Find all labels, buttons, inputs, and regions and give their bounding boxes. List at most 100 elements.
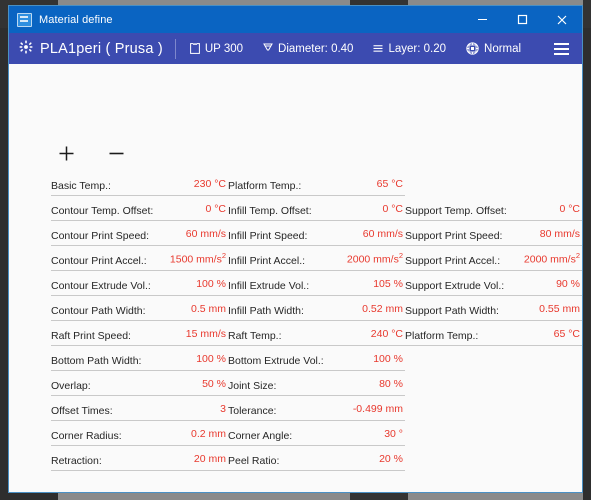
setting-row[interactable]: Offset Times: 3	[51, 396, 228, 421]
toolbar-item-printer[interactable]: UP 300	[189, 42, 244, 55]
material-selector[interactable]: PLA1peri ( Prusa )	[9, 40, 175, 57]
setting-row[interactable]: Joint Size: 80 %	[228, 371, 405, 396]
setting-value[interactable]: -0.499 mm	[353, 403, 403, 415]
setting-row[interactable]: Tolerance: -0.499 mm	[228, 396, 405, 421]
setting-value[interactable]: 20 %	[379, 453, 403, 465]
setting-label: Support Print Speed:	[405, 230, 507, 242]
setting-label: Contour Path Width:	[51, 305, 150, 317]
setting-row[interactable]: Infill Temp. Offset: 0 °C	[228, 196, 405, 221]
setting-label: Infill Temp. Offset:	[228, 205, 316, 217]
setting-value[interactable]: 2000 mm/s2	[347, 251, 403, 266]
setting-row[interactable]: Basic Temp.: 230 °C	[51, 171, 228, 196]
setting-value[interactable]: 60 mm/s	[363, 228, 403, 240]
toolbar-item-layer[interactable]: Layer: 0.20	[373, 43, 446, 55]
setting-row[interactable]: Contour Path Width: 0.5 mm	[51, 296, 228, 321]
setting-label: Infill Print Speed:	[228, 230, 312, 242]
setting-value[interactable]: 30 °	[384, 428, 403, 440]
setting-label: Platform Temp.:	[405, 330, 483, 342]
setting-label: Basic Temp.:	[51, 180, 115, 192]
setting-label: Corner Radius:	[51, 430, 126, 442]
settings-column-support: Support Temp. Offset: 0 °C Support Print …	[405, 171, 582, 471]
window-titlebar[interactable]: Material define	[9, 6, 582, 33]
layer-icon	[373, 43, 383, 54]
setting-row[interactable]: Platform Temp.: 65 °C	[228, 171, 405, 196]
maximize-button[interactable]	[502, 6, 542, 33]
toolbar-item-printer-label: UP 300	[204, 42, 244, 55]
setting-row[interactable]: Retraction: 20 mm	[51, 446, 228, 471]
setting-label: Support Print Accel.:	[405, 255, 505, 267]
material-define-window: Material define PLA1peri (Prusa) UP 30…	[8, 5, 583, 493]
setting-label: Overlap:	[51, 380, 95, 392]
setting-value[interactable]: 0.52 mm	[362, 303, 403, 315]
hamburger-icon[interactable]	[554, 42, 569, 55]
setting-row[interactable]: Support Print Speed: 80 mm/s	[405, 221, 582, 246]
printer-icon	[189, 43, 200, 54]
setting-value[interactable]: 100 %	[373, 353, 403, 365]
setting-row[interactable]: Infill Extrude Vol.: 105 %	[228, 271, 405, 296]
setting-row[interactable]: Contour Extrude Vol.: 100 %	[51, 271, 228, 296]
setting-row[interactable]: Corner Angle: 30 °	[228, 421, 405, 446]
setting-row[interactable]: Infill Print Speed: 60 mm/s	[228, 221, 405, 246]
settings-column-contour: Basic Temp.: 230 °C Contour Temp. Offset:…	[51, 171, 228, 471]
setting-value[interactable]: 65 °C	[377, 178, 403, 190]
settings-columns: Basic Temp.: 230 °C Contour Temp. Offset:…	[9, 171, 582, 471]
setting-row[interactable]: Support Temp. Offset: 0 °C	[405, 196, 582, 221]
setting-row[interactable]: Support Extrude Vol.: 90 %	[405, 271, 582, 296]
setting-value[interactable]: 90 %	[556, 278, 580, 290]
setting-value[interactable]: 3	[220, 403, 226, 415]
add-material-button[interactable]	[55, 142, 77, 164]
setting-row[interactable]: Infill Print Accel.: 2000 mm/s2	[228, 246, 405, 271]
setting-label: Support Temp. Offset:	[405, 205, 511, 217]
app-icon	[17, 12, 32, 27]
toolbar-item-diameter[interactable]: Diameter: 0.40	[263, 43, 353, 55]
material-gear-icon	[19, 40, 33, 57]
setting-row[interactable]: Contour Print Accel.: 1500 mm/s2	[51, 246, 228, 271]
setting-row[interactable]: Infill Path Width: 0.52 mm	[228, 296, 405, 321]
setting-value[interactable]: 80 %	[379, 378, 403, 390]
setting-value[interactable]: 65 °C	[554, 328, 580, 340]
setting-value[interactable]: 80 mm/s	[540, 228, 580, 240]
setting-row[interactable]: Contour Temp. Offset: 0 °C	[51, 196, 228, 221]
setting-label: Infill Extrude Vol.:	[228, 280, 314, 292]
setting-row[interactable]: Raft Temp.: 240 °C	[228, 321, 405, 346]
setting-value[interactable]: 240 °C	[371, 328, 403, 340]
toolbar-item-quality[interactable]: Normal	[466, 42, 521, 55]
setting-row[interactable]: Bottom Path Width: 100 %	[51, 346, 228, 371]
setting-value[interactable]: 100 %	[196, 353, 226, 365]
setting-value[interactable]: 2000 mm/s2	[524, 251, 580, 266]
minimize-button[interactable]	[462, 6, 502, 33]
setting-row[interactable]: Platform Temp.: 65 °C	[405, 321, 582, 346]
remove-material-button[interactable]	[105, 142, 127, 164]
setting-value[interactable]: 0 °C	[559, 203, 580, 215]
setting-label: Retraction:	[51, 455, 106, 467]
setting-value[interactable]: 0 °C	[205, 203, 226, 215]
setting-label: Joint Size:	[228, 380, 281, 392]
toolbar-divider	[174, 38, 176, 59]
setting-row[interactable]: Overlap: 50 %	[51, 371, 228, 396]
toolbar-item-layer-label: Layer: 0.20	[388, 42, 447, 55]
setting-label: Bottom Extrude Vol.:	[228, 355, 328, 367]
setting-label: Contour Temp. Offset:	[51, 205, 158, 217]
setting-row[interactable]: Contour Print Speed: 60 mm/s	[51, 221, 228, 246]
setting-label: Raft Temp.:	[228, 330, 286, 342]
material-name: PLA1peri ( Prusa )	[40, 40, 163, 57]
setting-value[interactable]: 1500 mm/s2	[170, 251, 226, 266]
setting-row[interactable]: Support Print Accel.: 2000 mm/s2	[405, 246, 582, 271]
setting-row[interactable]: Peel Ratio: 20 %	[228, 446, 405, 471]
setting-value[interactable]: 105 %	[373, 278, 403, 290]
setting-value[interactable]: 0.5 mm	[191, 303, 226, 315]
setting-value[interactable]: 60 mm/s	[186, 228, 226, 240]
close-button[interactable]	[542, 6, 582, 33]
setting-value[interactable]: 50 %	[202, 378, 226, 390]
setting-value[interactable]: 230 °C	[194, 178, 226, 190]
setting-row[interactable]: Support Path Width: 0.55 mm	[405, 296, 582, 321]
setting-row[interactable]: Raft Print Speed: 15 mm/s	[51, 321, 228, 346]
setting-value[interactable]: 0.2 mm	[191, 428, 226, 440]
setting-value[interactable]: 0.55 mm	[539, 303, 580, 315]
setting-value[interactable]: 100 %	[196, 278, 226, 290]
setting-row[interactable]: Corner Radius: 0.2 mm	[51, 421, 228, 446]
setting-value[interactable]: 20 mm	[194, 453, 226, 465]
setting-value[interactable]: 0 °C	[382, 203, 403, 215]
setting-value[interactable]: 15 mm/s	[186, 328, 226, 340]
setting-row[interactable]: Bottom Extrude Vol.: 100 %	[228, 346, 405, 371]
